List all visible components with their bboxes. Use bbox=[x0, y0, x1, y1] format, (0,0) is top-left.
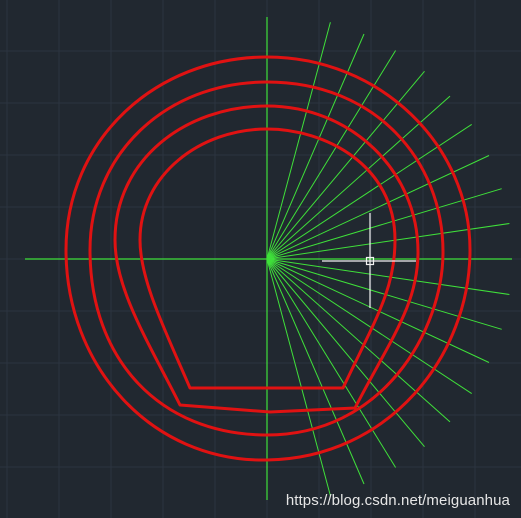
watermark-text: https://blog.csdn.net/meiguanhua bbox=[285, 492, 510, 509]
cad-canvas[interactable] bbox=[0, 0, 521, 518]
cad-drawing-viewport[interactable]: https://blog.csdn.net/meiguanhua bbox=[0, 0, 521, 518]
